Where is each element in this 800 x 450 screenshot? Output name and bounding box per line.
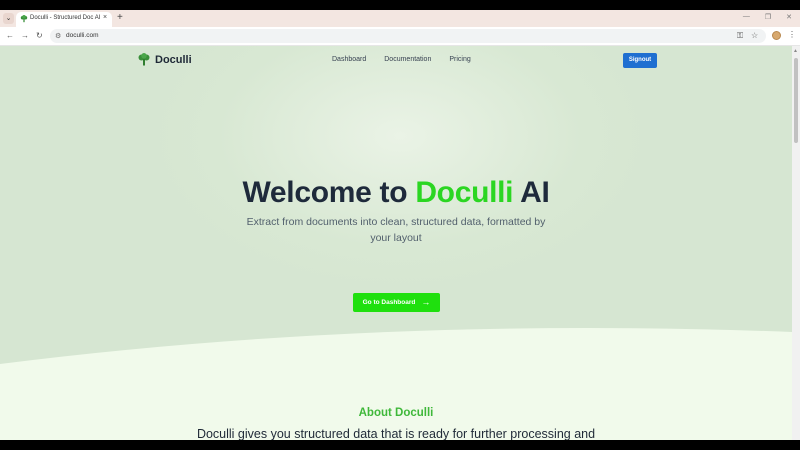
hero-subtitle: Extract from documents into clean, struc…: [246, 216, 546, 244]
hero-title-prefix: Welcome to: [242, 176, 416, 209]
browser-tab[interactable]: Doculli - Structured Doc AI ×: [16, 12, 112, 27]
favicon-icon: [20, 15, 28, 23]
tab-title: Doculli - Structured Doc AI: [30, 15, 101, 21]
profile-avatar[interactable]: [772, 31, 781, 40]
letterbox-top: [0, 0, 800, 10]
arrow-right-icon: →: [421, 297, 431, 307]
logo[interactable]: Doculli: [138, 53, 192, 66]
cta-label: Go to Dashboard: [362, 299, 416, 306]
browser-menu-icon[interactable]: ⋮: [788, 30, 796, 39]
scroll-up-icon[interactable]: ▲: [793, 48, 798, 54]
browser-window: ⌄ Doculli - Structured Doc AI × + — ❐ ✕ …: [0, 10, 800, 440]
minimize-icon[interactable]: —: [743, 13, 750, 21]
back-icon[interactable]: ←: [6, 31, 14, 40]
hero-title: Welcome to Doculli AI: [0, 176, 792, 210]
about-text: Doculli gives you structured data that i…: [196, 427, 596, 440]
reload-icon[interactable]: ↻: [36, 31, 43, 40]
logo-text: Doculli: [155, 53, 192, 66]
window-close-icon[interactable]: ✕: [786, 13, 792, 21]
hero-title-brand: Doculli: [415, 176, 514, 209]
browser-toolbar: ← → ↻ ⚙ doculli.com ⚿ ☆ ⋮: [0, 27, 800, 46]
letterbox-bottom: [0, 440, 800, 450]
page-scrollbar[interactable]: ▲: [792, 46, 800, 440]
tab-search-icon[interactable]: ⌄: [3, 13, 14, 24]
go-to-dashboard-button[interactable]: Go to Dashboard →: [353, 293, 440, 312]
forward-icon[interactable]: →: [21, 31, 29, 40]
main-nav: Dashboard Documentation Pricing: [332, 56, 471, 63]
url-text[interactable]: doculli.com: [66, 32, 99, 39]
scrollbar-thumb[interactable]: [794, 58, 798, 143]
web-page: Doculli Dashboard Documentation Pricing …: [0, 46, 792, 440]
signout-button[interactable]: Signout: [623, 53, 657, 68]
new-tab-icon[interactable]: +: [117, 12, 123, 24]
hero-title-suffix: AI: [513, 176, 550, 209]
nav-documentation[interactable]: Documentation: [384, 56, 431, 63]
about-heading: About Doculli: [358, 407, 434, 419]
bookmark-star-icon[interactable]: ☆: [751, 31, 758, 40]
nav-pricing[interactable]: Pricing: [449, 56, 470, 63]
broccoli-tree-icon: [138, 53, 150, 66]
tab-strip: ⌄ Doculli - Structured Doc AI × + — ❐ ✕: [0, 10, 800, 27]
password-key-icon[interactable]: ⚿: [737, 31, 743, 41]
nav-dashboard[interactable]: Dashboard: [332, 56, 366, 63]
restore-icon[interactable]: ❐: [765, 13, 771, 21]
hero-curve-divider: [0, 328, 792, 396]
window-controls: — ❐ ✕: [743, 13, 792, 21]
address-bar[interactable]: ⚙ doculli.com ⚿ ☆: [50, 29, 766, 43]
tab-close-icon[interactable]: ×: [103, 14, 107, 21]
site-info-icon[interactable]: ⚙: [55, 32, 61, 40]
